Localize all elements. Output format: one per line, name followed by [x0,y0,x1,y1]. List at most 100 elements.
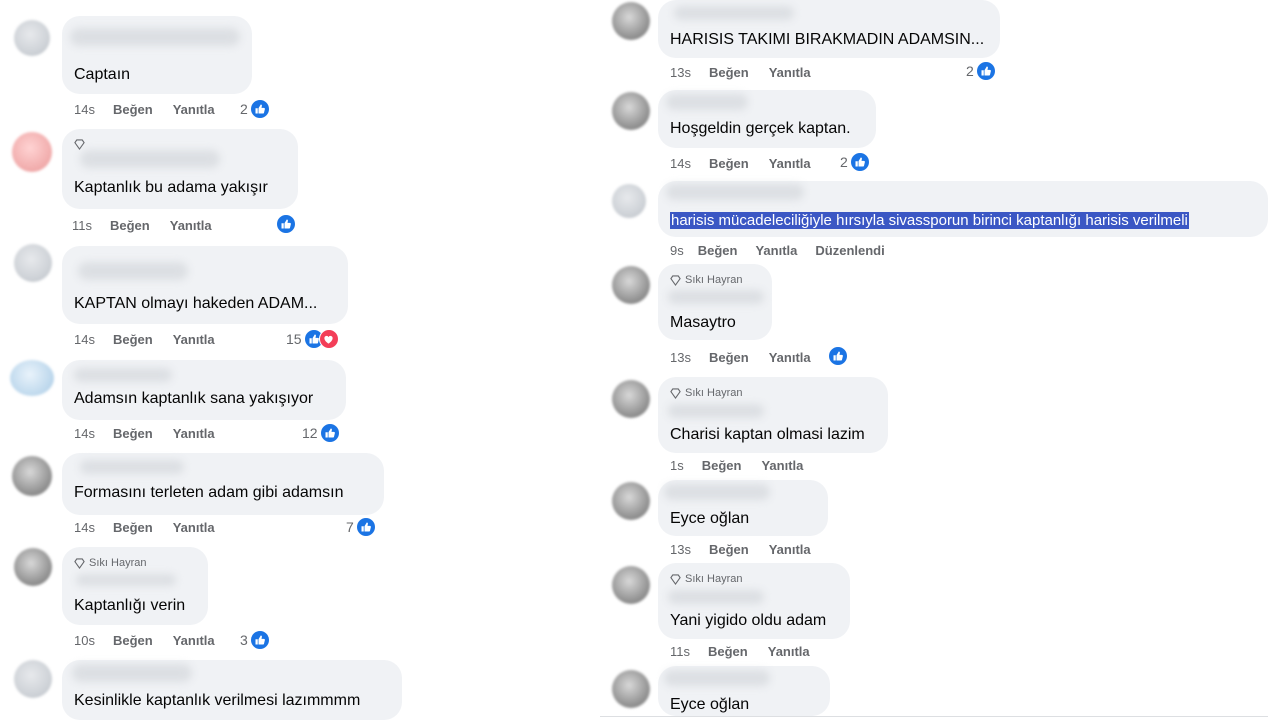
like-icon [249,630,270,650]
reaction-summary[interactable]: 15 [286,329,339,349]
reply-button[interactable]: Yanıtla [769,156,811,171]
reaction-summary[interactable] [828,346,848,366]
comment-time[interactable]: 14s [74,332,95,347]
commenter-name[interactable] [80,150,220,168]
comment-time[interactable]: 13s [670,65,691,80]
comment-actions: 14s Beğen Yanıtla [74,426,235,441]
comment-time[interactable]: 14s [74,520,95,535]
reply-button[interactable]: Yanıtla [769,542,811,557]
avatar[interactable] [612,380,650,418]
reply-button[interactable]: Yanıtla [173,332,215,347]
comment-time[interactable]: 14s [74,102,95,117]
reaction-summary[interactable]: 2 [840,152,870,172]
avatar[interactable] [10,360,54,396]
top-fan-label: Sıkı Hayran [685,387,743,399]
reply-button[interactable]: Yanıtla [173,520,215,535]
comment-time[interactable]: 14s [74,426,95,441]
like-button[interactable]: Beğen [702,458,742,473]
like-button[interactable]: Beğen [110,218,150,233]
avatar[interactable] [612,92,650,130]
like-button[interactable]: Beğen [113,332,153,347]
comment-actions: 14s Beğen Yanıtla [74,102,235,117]
like-button[interactable]: Beğen [698,243,738,258]
like-button[interactable]: Beğen [113,520,153,535]
comment-actions: 13s Beğen Yanıtla [670,65,831,80]
commenter-name[interactable] [664,484,770,500]
commenter-name[interactable] [666,94,748,110]
diamond-icon [670,573,681,585]
commenter-name[interactable] [76,574,176,586]
reply-button[interactable]: Yanıtla [761,458,803,473]
reply-button[interactable]: Yanıtla [173,633,215,648]
like-icon [355,517,376,537]
reply-button[interactable]: Yanıtla [769,65,811,80]
like-icon [276,214,296,234]
like-button[interactable]: Beğen [709,156,749,171]
like-button[interactable]: Beğen [708,644,748,659]
reaction-summary[interactable]: 2 [240,99,270,119]
commenter-name[interactable] [666,184,804,200]
reaction-summary[interactable]: 12 [302,423,340,443]
comment-time[interactable]: 14s [670,156,691,171]
reaction-count: 2 [240,101,248,117]
comment-time[interactable]: 13s [670,350,691,365]
reaction-count: 15 [286,331,302,347]
diamond-icon [670,274,681,286]
reaction-count: 12 [302,425,318,441]
comment-text: Hoşgeldin gerçek kaptan. [670,120,851,137]
avatar[interactable] [612,670,650,708]
reply-button[interactable]: Yanıtla [755,243,797,258]
comment-actions: 14s Beğen Yanıtla [74,332,235,347]
avatar[interactable] [14,548,52,586]
like-button[interactable]: Beğen [113,633,153,648]
reply-button[interactable]: Yanıtla [769,350,811,365]
comment-text: Eyce oğlan [670,510,750,527]
like-icon [975,61,996,81]
reply-button[interactable]: Yanıtla [173,426,215,441]
reply-button[interactable]: Yanıtla [768,644,810,659]
avatar[interactable] [12,132,52,172]
avatar[interactable] [612,266,650,304]
avatar[interactable] [12,456,52,496]
like-button[interactable]: Beğen [113,102,153,117]
comment-time[interactable]: 9s [670,243,684,258]
commenter-name[interactable] [78,262,188,280]
avatar[interactable] [612,482,650,520]
avatar[interactable] [14,20,50,56]
reply-button[interactable]: Yanıtla [170,218,212,233]
commenter-name[interactable] [80,460,184,474]
avatar[interactable] [14,244,52,282]
commenter-name[interactable] [668,404,764,418]
commenter-name[interactable] [674,6,794,20]
avatar[interactable] [14,660,52,698]
comment-text-selected[interactable]: harisis mücadeleciliğiyle hırsıyla sivas… [670,212,1189,229]
like-button[interactable]: Beğen [709,350,749,365]
commenter-name[interactable] [664,670,770,686]
reply-button[interactable]: Yanıtla [173,102,215,117]
avatar[interactable] [612,2,650,40]
reaction-summary[interactable] [276,214,296,234]
comment-text: Kaptanlık bu adama yakışır [74,179,268,196]
reaction-summary[interactable]: 3 [240,630,270,650]
reaction-summary[interactable]: 7 [346,517,376,537]
commenter-name[interactable] [74,368,172,382]
top-fan-badge: Sıkı Hayran [74,557,146,569]
comment-time[interactable]: 10s [74,633,95,648]
comment-time[interactable]: 13s [670,542,691,557]
commenter-name[interactable] [72,664,192,682]
commenter-name[interactable] [668,290,764,304]
avatar[interactable] [612,566,650,604]
like-icon [249,99,270,119]
comment-time[interactable]: 1s [670,458,684,473]
commenter-name[interactable] [70,28,240,46]
like-button[interactable]: Beğen [709,65,749,80]
avatar[interactable] [612,184,646,218]
comment-text: Captaın [74,66,131,83]
comment-time[interactable]: 11s [72,218,92,233]
reaction-count: 7 [346,519,354,535]
like-button[interactable]: Beğen [113,426,153,441]
like-button[interactable]: Beğen [709,542,749,557]
comment-time[interactable]: 11s [670,644,690,659]
commenter-name[interactable] [668,590,764,604]
reaction-summary[interactable]: 2 [966,61,996,81]
